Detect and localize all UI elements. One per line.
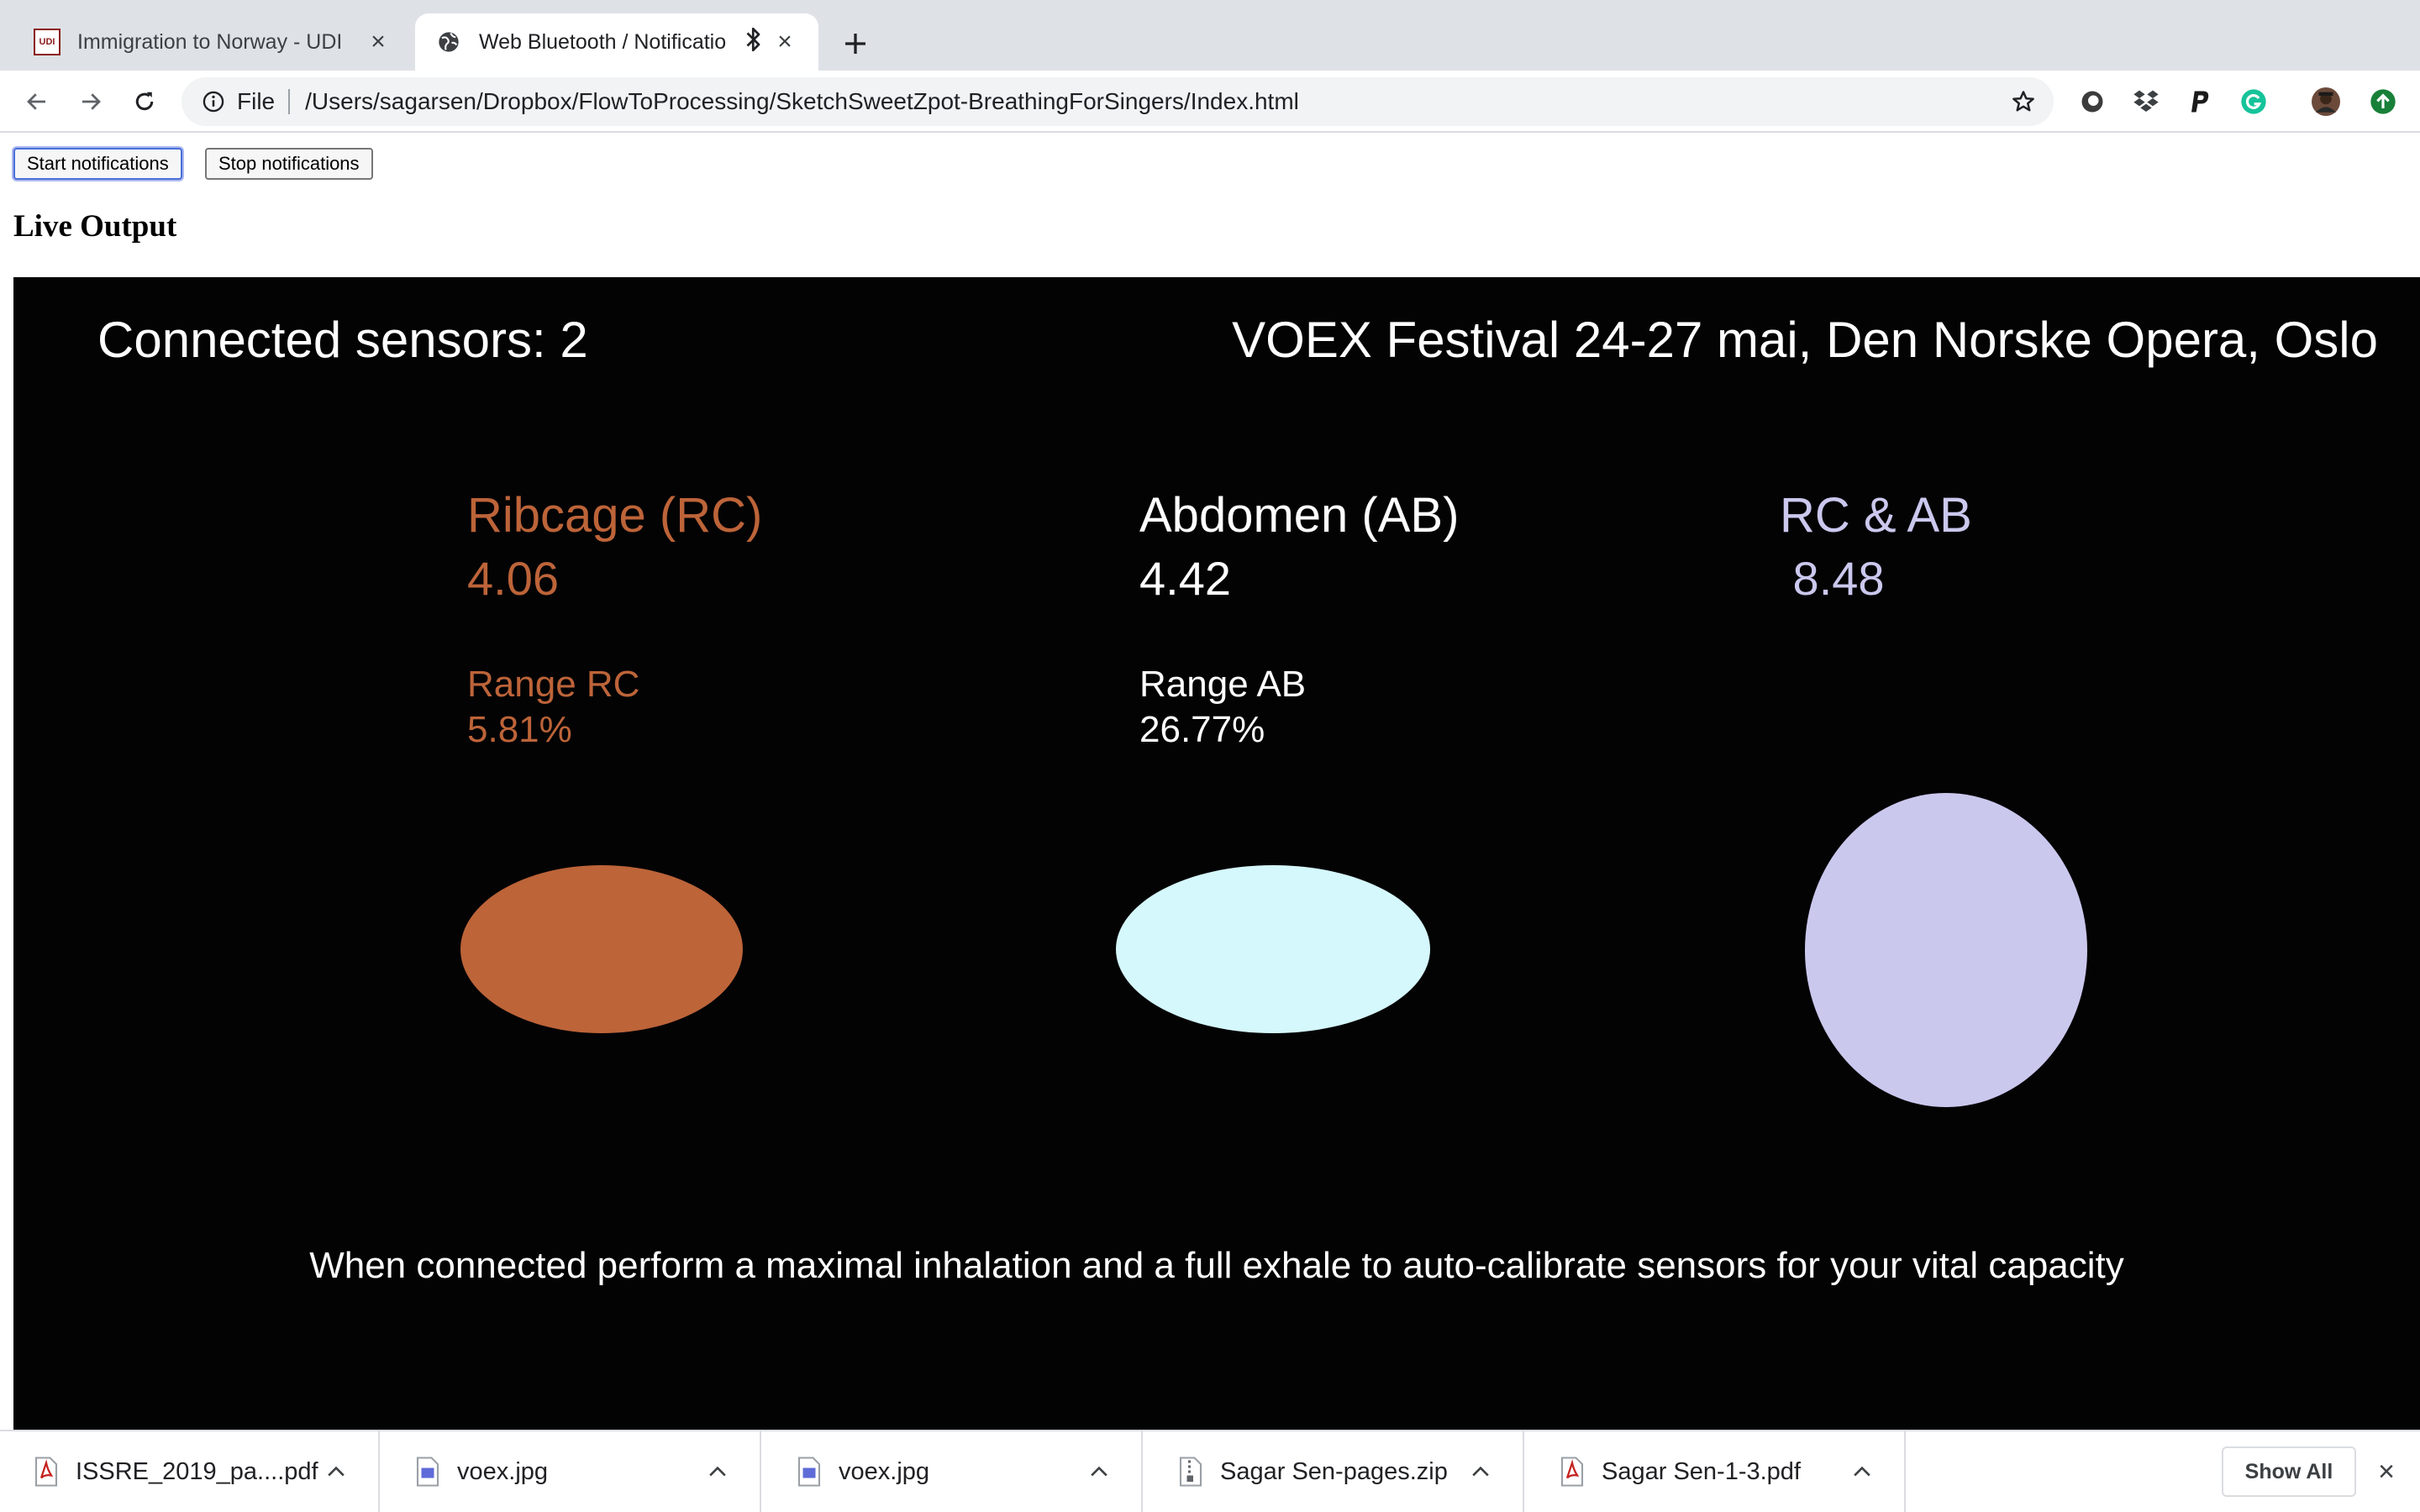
address-separator xyxy=(288,89,291,114)
range-ab-value: 26.77% xyxy=(1139,709,1265,750)
tab-udi[interactable]: UDI Immigration to Norway - UDI × xyxy=(13,13,412,71)
close-downloads-icon[interactable]: × xyxy=(2371,1456,2402,1488)
udi-logo-icon: UDI xyxy=(34,29,60,55)
downloads-bar: ISSRE_2019_pa....pdf voex.jpg voex.jpg S… xyxy=(0,1430,2420,1512)
reload-button[interactable] xyxy=(124,81,165,122)
ribcage-value: 4.06 xyxy=(467,552,559,605)
stop-notifications-button[interactable]: Stop notifications xyxy=(205,148,373,180)
pdf-file-icon xyxy=(34,1457,58,1487)
jpg-file-icon xyxy=(797,1457,821,1487)
abdomen-value: 4.42 xyxy=(1139,552,1231,605)
url-text[interactable]: /Users/sagarsen/Dropbox/FlowToProcessing… xyxy=(305,88,2003,115)
tab-web-bluetooth[interactable]: Web Bluetooth / Notificatio × xyxy=(415,13,818,71)
download-item[interactable]: voex.jpg xyxy=(763,1431,1143,1512)
connected-sensors-text: Connected sensors: 2 xyxy=(97,312,588,368)
info-icon[interactable] xyxy=(200,88,227,115)
start-notifications-button[interactable]: Start notifications xyxy=(13,148,182,180)
range-ab-label: Range AB xyxy=(1139,664,1307,705)
abdomen-label: Abdomen (AB) xyxy=(1139,488,1460,543)
show-all-downloads-button[interactable]: Show All xyxy=(2222,1446,2356,1497)
bookmark-star-icon[interactable] xyxy=(2003,81,2044,122)
download-filename: voex.jpg xyxy=(839,1457,930,1485)
abdomen-ellipse xyxy=(1116,865,1430,1033)
jpg-file-icon xyxy=(416,1457,439,1487)
combined-ellipse xyxy=(1805,793,2087,1107)
bluetooth-icon xyxy=(744,27,763,58)
back-button[interactable] xyxy=(17,81,57,122)
download-item[interactable]: voex.jpg xyxy=(381,1431,761,1512)
calibration-instruction: When connected perform a maximal inhalat… xyxy=(309,1245,2124,1286)
combined-value: 8.48 xyxy=(1780,552,1885,605)
globe-icon xyxy=(435,29,462,55)
scheme-label: File xyxy=(237,88,276,114)
chevron-up-icon[interactable] xyxy=(701,1455,734,1488)
tab-title: Immigration to Norway - UDI xyxy=(77,29,343,54)
address-bar[interactable]: File /Users/sagarsen/Dropbox/FlowToProce… xyxy=(182,77,2054,126)
paypal-icon[interactable] xyxy=(2183,85,2217,118)
extension-circle-icon[interactable] xyxy=(2075,85,2109,118)
tab-strip: UDI Immigration to Norway - UDI × Web Bl… xyxy=(0,0,2420,71)
live-output-canvas: Connected sensors: 2 VOEX Festival 24-27… xyxy=(13,277,2420,1430)
download-item[interactable]: ISSRE_2019_pa....pdf xyxy=(0,1431,380,1512)
forward-button[interactable] xyxy=(71,81,111,122)
update-arrow-icon[interactable] xyxy=(2366,85,2400,118)
chevron-up-icon[interactable] xyxy=(1464,1455,1497,1488)
profile-avatar[interactable] xyxy=(2309,85,2343,118)
dropbox-icon[interactable] xyxy=(2129,85,2163,118)
browser-toolbar: File /Users/sagarsen/Dropbox/FlowToProce… xyxy=(0,71,2420,133)
range-rc-value: 5.81% xyxy=(467,709,572,750)
live-output-heading: Live Output xyxy=(13,209,177,244)
grammarly-icon[interactable] xyxy=(2237,85,2270,118)
download-filename: ISSRE_2019_pa....pdf xyxy=(76,1457,318,1485)
chevron-up-icon[interactable] xyxy=(319,1455,353,1488)
pdf-file-icon xyxy=(1560,1457,1584,1487)
zip-file-icon xyxy=(1179,1457,1202,1487)
chevron-up-icon[interactable] xyxy=(1845,1455,1879,1488)
download-filename: voex.jpg xyxy=(457,1457,549,1485)
range-rc-label: Range RC xyxy=(467,664,640,705)
festival-text: VOEX Festival 24-27 mai, Den Norske Oper… xyxy=(1232,312,2378,368)
new-tab-button[interactable] xyxy=(832,20,879,67)
chevron-up-icon[interactable] xyxy=(1082,1455,1116,1488)
page-content: Start notifications Stop notifications L… xyxy=(0,134,2420,1430)
download-item[interactable]: Sagar Sen-pages.zip xyxy=(1144,1431,1524,1512)
download-item[interactable]: Sagar Sen-1-3.pdf xyxy=(1526,1431,1906,1512)
close-tab-icon[interactable]: × xyxy=(365,28,392,55)
ribcage-label: Ribcage (RC) xyxy=(467,488,763,543)
close-tab-icon[interactable]: × xyxy=(771,28,798,55)
tab-title: Web Bluetooth / Notificatio xyxy=(479,29,727,54)
download-filename: Sagar Sen-pages.zip xyxy=(1220,1457,1448,1485)
download-filename: Sagar Sen-1-3.pdf xyxy=(1602,1457,1801,1485)
combined-label: RC & AB xyxy=(1780,488,1972,543)
ribcage-ellipse xyxy=(460,865,743,1033)
